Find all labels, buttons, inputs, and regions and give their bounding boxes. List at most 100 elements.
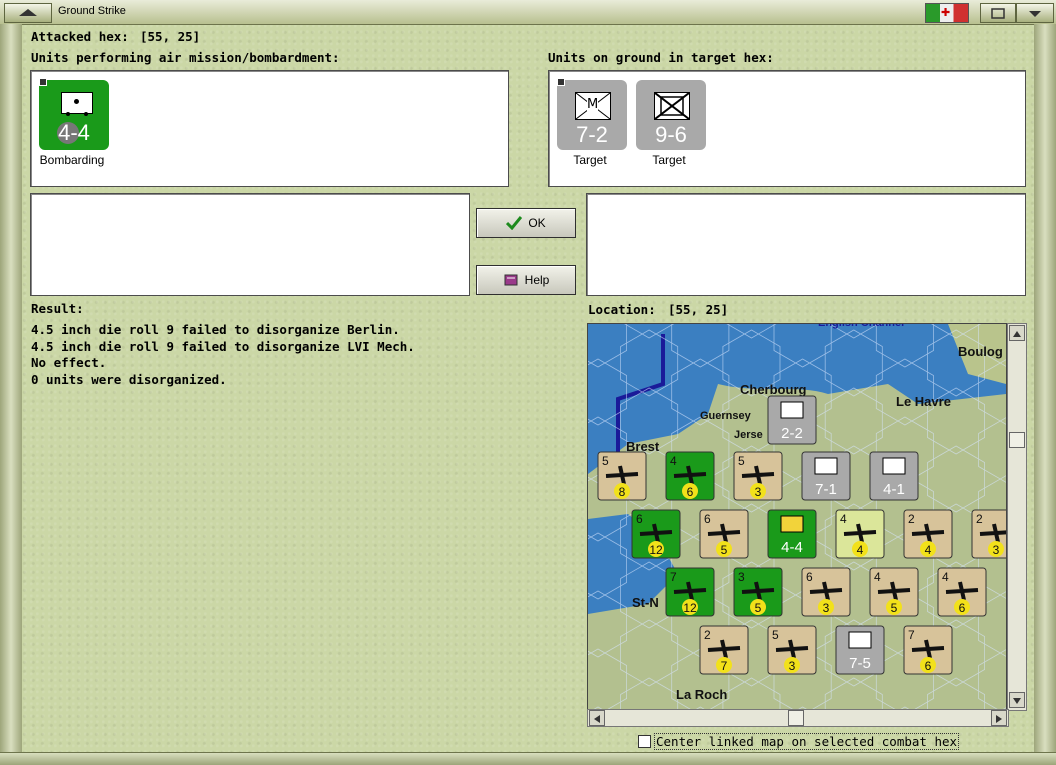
mech-unit-counter[interactable]: M 7-2 bbox=[557, 78, 627, 150]
attacked-hex-label: Attacked hex: bbox=[31, 29, 129, 44]
map-unit-counter[interactable]: 35 bbox=[733, 567, 783, 617]
map-place-label: La Roch bbox=[676, 687, 727, 702]
scroll-down-button[interactable] bbox=[1009, 692, 1025, 708]
location-label: Location: bbox=[588, 302, 656, 317]
ground-units-heading: Units on ground in target hex: bbox=[548, 50, 774, 65]
map-place-label: Guernsey bbox=[700, 410, 752, 422]
scroll-up-button[interactable] bbox=[1009, 325, 1025, 341]
map-unit-counter[interactable]: 53 bbox=[767, 625, 817, 675]
attacked-hex-value: [55, 25] bbox=[140, 29, 201, 44]
unit-strength: 9-6 bbox=[655, 122, 687, 147]
map-unit-counter[interactable]: 4-4 bbox=[767, 509, 817, 559]
map-place-label: English Channel bbox=[818, 324, 904, 329]
map-unit-counter[interactable]: 76 bbox=[903, 625, 953, 675]
map-unit-counter[interactable]: 65 bbox=[699, 509, 749, 559]
unit-strength: 7-2 bbox=[576, 122, 608, 147]
map-unit-counter[interactable]: 46 bbox=[665, 451, 715, 501]
map-unit-counter[interactable]: 7-1 bbox=[801, 451, 851, 501]
counter-strength: 5 bbox=[891, 601, 898, 615]
book-icon bbox=[504, 274, 518, 286]
counter-top-value: 4 bbox=[670, 454, 677, 468]
chevron-up-icon bbox=[19, 9, 37, 16]
counter-top-value: 2 bbox=[908, 512, 915, 526]
restore-icon bbox=[991, 8, 1005, 19]
map-unit-counter[interactable]: 4-1 bbox=[869, 451, 919, 501]
map-place-label: Cherbourg bbox=[740, 382, 807, 397]
minimize-button[interactable] bbox=[1016, 3, 1054, 23]
counter-strength: 8 bbox=[619, 485, 626, 499]
counter-top-value: 5 bbox=[738, 454, 745, 468]
counter-strength: 5 bbox=[721, 543, 728, 557]
counter-top-value: 5 bbox=[772, 628, 779, 642]
system-menu-button[interactable] bbox=[4, 3, 52, 23]
counter-strength: 3 bbox=[755, 485, 762, 499]
restore-button[interactable] bbox=[980, 3, 1016, 23]
air-units-panel: 4-4 Bombarding bbox=[30, 70, 509, 187]
counter-top-value: 3 bbox=[738, 570, 745, 584]
map-unit-counter[interactable]: 24 bbox=[903, 509, 953, 559]
result-log: 4.5 inch die roll 9 failed to disorganiz… bbox=[31, 322, 415, 388]
map-unit-counter[interactable]: 45 bbox=[869, 567, 919, 617]
counter-strength: 7-1 bbox=[815, 481, 837, 498]
infantry-icon bbox=[654, 92, 690, 120]
map-unit-counter[interactable]: 7-5 bbox=[835, 625, 885, 675]
counter-top-value: 4 bbox=[840, 512, 847, 526]
vertical-scroll-thumb[interactable] bbox=[1009, 432, 1025, 448]
defender-details-panel bbox=[586, 193, 1026, 296]
arrow-left-icon bbox=[594, 715, 600, 723]
attacker-details-panel bbox=[30, 193, 470, 296]
hex-map[interactable]: English Channel Boulog Cherbourg Le Havre Gu… bbox=[587, 323, 1007, 711]
result-heading: Result: bbox=[31, 301, 84, 316]
counter-top-value: 2 bbox=[976, 512, 983, 526]
counter-strength: 4-4 bbox=[781, 539, 803, 556]
mech-infantry-icon: M bbox=[575, 92, 611, 120]
horizontal-scroll-thumb[interactable] bbox=[788, 710, 804, 726]
window-title: Ground Strike bbox=[58, 5, 126, 17]
counter-strength: 2-2 bbox=[781, 425, 803, 442]
map-unit-counter[interactable]: 23 bbox=[971, 509, 1006, 559]
map-unit-counter[interactable]: 27 bbox=[699, 625, 749, 675]
center-map-checkbox[interactable] bbox=[638, 735, 651, 748]
checkmark-icon bbox=[506, 216, 523, 230]
map-unit-counter[interactable]: 53 bbox=[733, 451, 783, 501]
unit-marker bbox=[557, 78, 565, 86]
window-frame-right bbox=[1034, 24, 1056, 754]
counter-top-value: 2 bbox=[704, 628, 711, 642]
unit-symbol-icon bbox=[780, 515, 804, 533]
scroll-left-button[interactable] bbox=[589, 710, 605, 726]
arrow-down-icon bbox=[1013, 698, 1021, 704]
unit-symbol-icon bbox=[848, 631, 872, 649]
map-vertical-scrollbar[interactable] bbox=[1007, 323, 1027, 711]
map-horizontal-scrollbar[interactable] bbox=[587, 709, 1009, 727]
ok-button-label: OK bbox=[528, 216, 546, 230]
counter-strength: 7 bbox=[721, 659, 728, 673]
help-button[interactable]: Help bbox=[476, 265, 576, 295]
counter-strength: 6 bbox=[959, 601, 966, 615]
map-unit-counter[interactable]: 46 bbox=[937, 567, 987, 617]
ok-button[interactable]: OK bbox=[476, 208, 576, 238]
counter-strength: 6 bbox=[687, 485, 694, 499]
map-place-label: St-N bbox=[632, 595, 659, 610]
unit-symbol-icon bbox=[814, 457, 838, 475]
center-map-checkbox-label[interactable]: Center linked map on selected combat hex bbox=[654, 733, 960, 750]
map-unit-counter[interactable]: 58 bbox=[597, 451, 647, 501]
map-unit-counter[interactable]: 6 12 bbox=[631, 509, 681, 559]
map-unit-counter[interactable]: 44 bbox=[835, 509, 885, 559]
result-line: 4.5 inch die roll 9 failed to disorganiz… bbox=[31, 338, 415, 354]
counter-strength: 3 bbox=[823, 601, 830, 615]
map-unit-counter[interactable]: 2-2 bbox=[767, 395, 817, 445]
counter-strength: 4-1 bbox=[883, 481, 905, 498]
unit-caption: Target bbox=[573, 153, 607, 167]
arrow-right-icon bbox=[996, 715, 1002, 723]
window-frame-left bbox=[0, 24, 22, 754]
counter-strength: 12 bbox=[683, 601, 697, 615]
scroll-right-button[interactable] bbox=[991, 710, 1007, 726]
unit-strength: 4-4 bbox=[58, 120, 90, 145]
map-unit-counter[interactable]: 63 bbox=[801, 567, 851, 617]
map-canvas[interactable]: English Channel Boulog Cherbourg Le Havre Gu… bbox=[588, 324, 1006, 710]
infantry-unit-counter[interactable]: 9-6 bbox=[636, 80, 706, 150]
bomber-unit-counter[interactable]: 4-4 bbox=[39, 78, 109, 150]
map-unit-counter[interactable]: 7 12 bbox=[665, 567, 715, 617]
help-button-label: Help bbox=[524, 273, 550, 287]
result-line: 4.5 inch die roll 9 failed to disorganiz… bbox=[31, 322, 400, 337]
